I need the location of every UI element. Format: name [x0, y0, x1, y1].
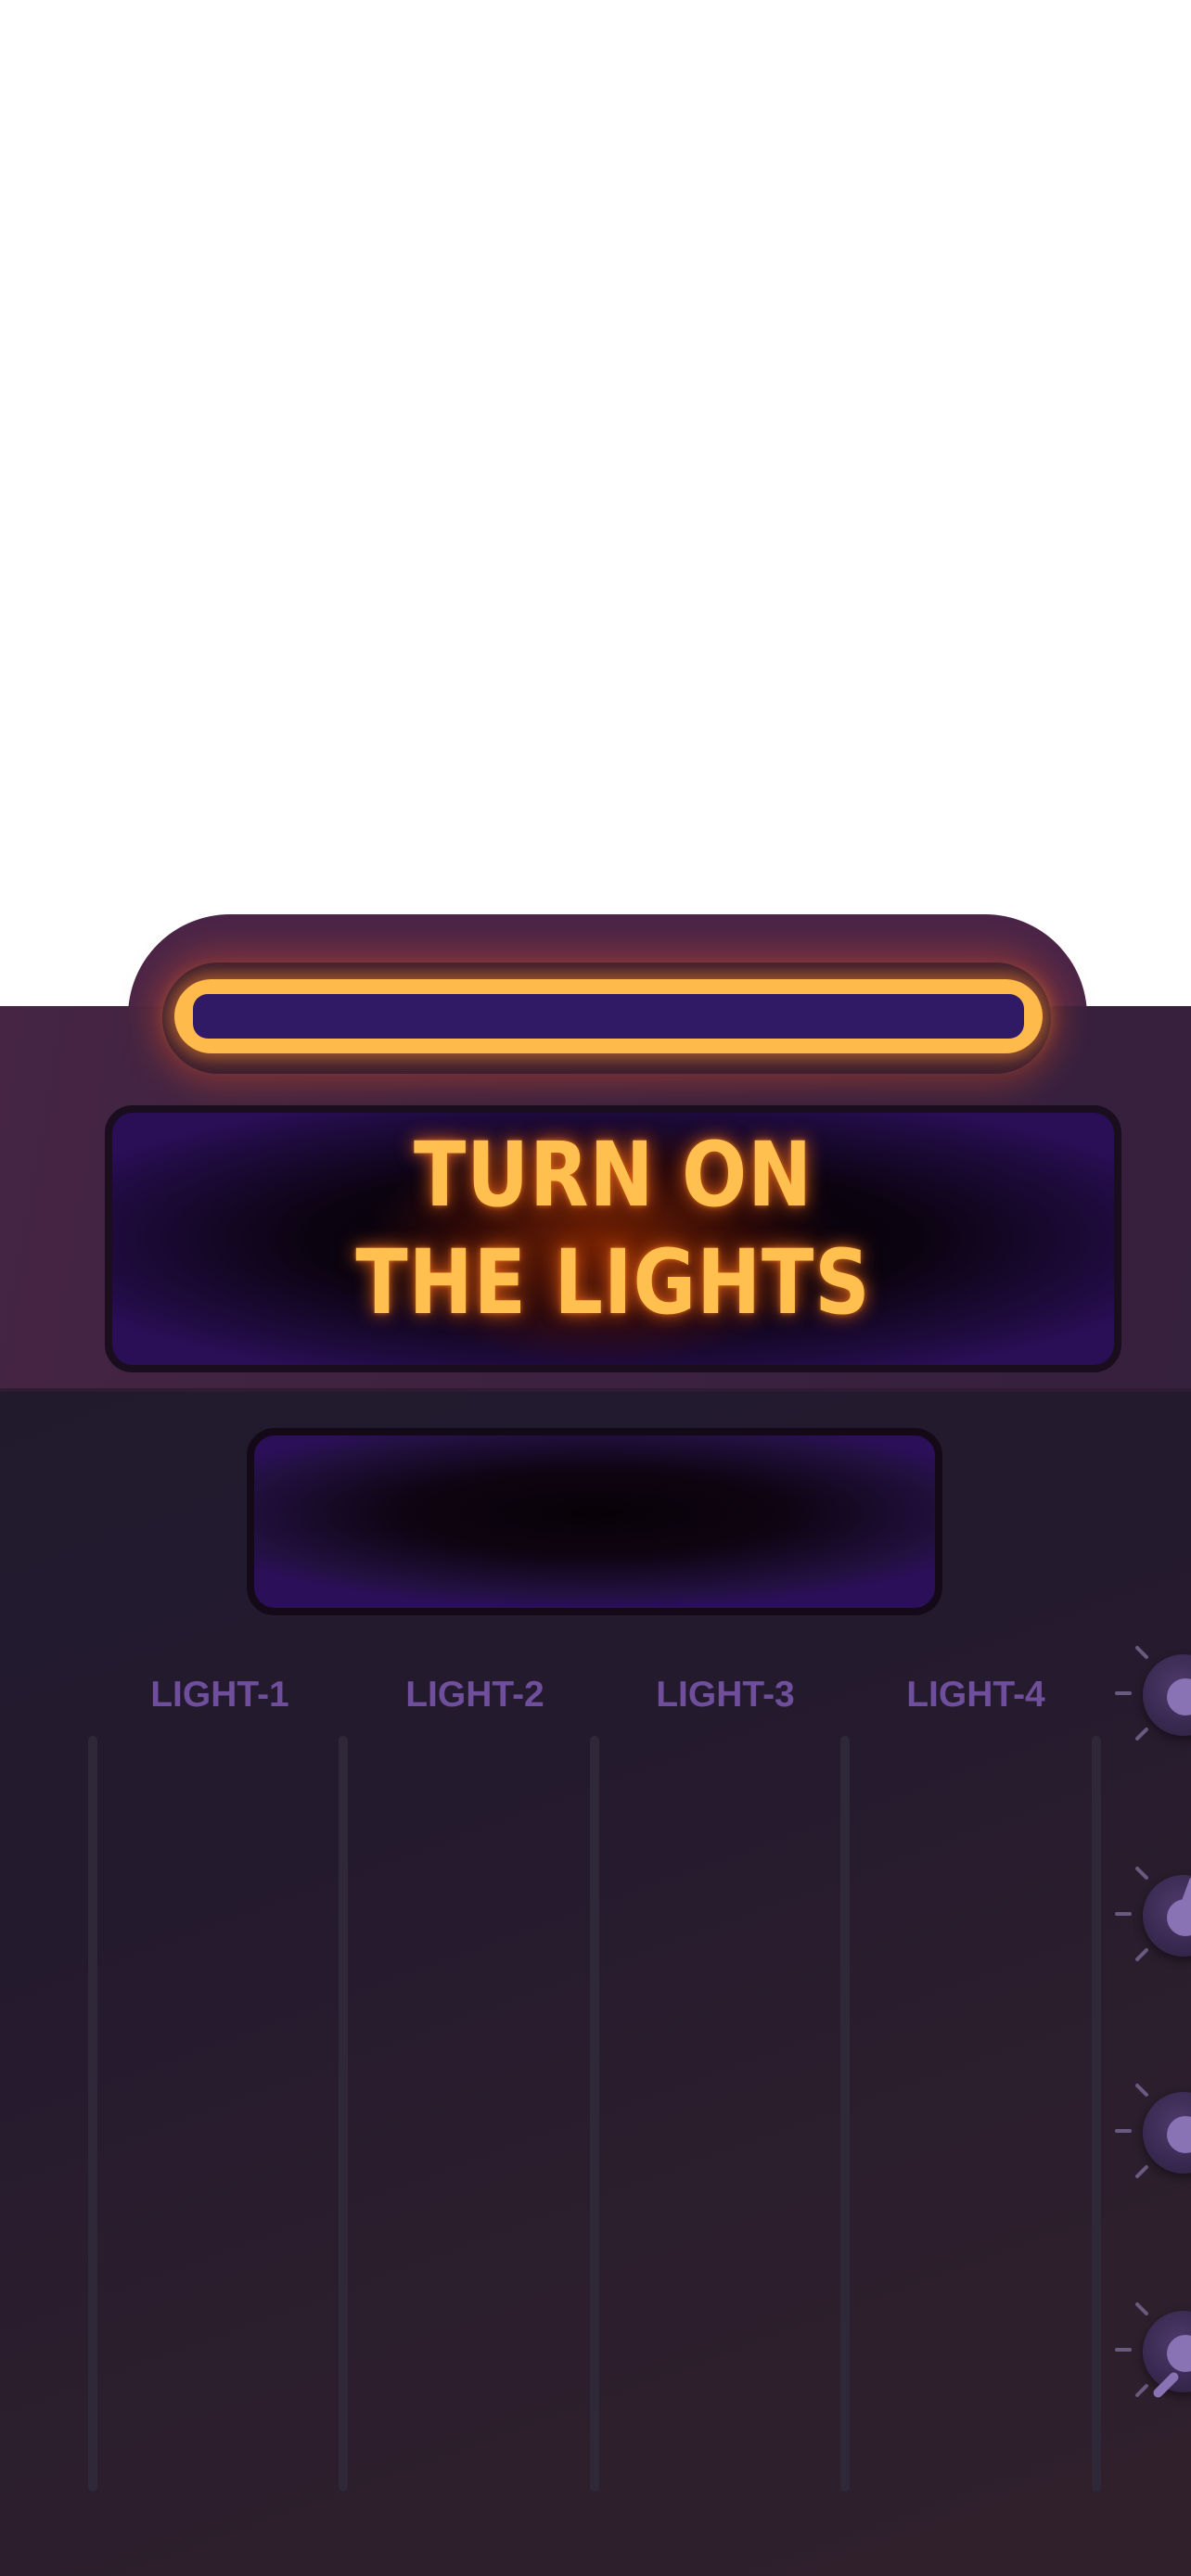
- progress-bar: [193, 994, 1024, 1039]
- knob-tick: [1134, 1947, 1149, 1962]
- slider-rail-5[interactable]: [1092, 1736, 1101, 2492]
- knob-tick: [1134, 2083, 1149, 2098]
- knob-1[interactable]: [1115, 1626, 1191, 1756]
- slider-rail-1[interactable]: [88, 1736, 97, 2492]
- knob-tick: [1115, 1691, 1132, 1695]
- sub-display-screen: [247, 1428, 942, 1615]
- knob-tick: [1134, 2302, 1149, 2316]
- knob-3[interactable]: [1115, 2064, 1191, 2194]
- knob-tick: [1115, 1912, 1132, 1916]
- knob-tick: [1134, 1645, 1149, 1660]
- knob-2[interactable]: [1115, 1847, 1191, 1977]
- slider-rail-4[interactable]: [840, 1736, 850, 2492]
- light-label-1: LIGHT-1: [150, 1675, 289, 1715]
- title-line-1: TURN ON: [413, 1123, 813, 1227]
- knob-tick: [1115, 2129, 1132, 2133]
- knob-tick: [1115, 2348, 1132, 2352]
- light-label-4: LIGHT-4: [906, 1675, 1045, 1715]
- blank-top-area: [0, 0, 1191, 1006]
- knob-4[interactable]: [1115, 2283, 1191, 2413]
- knob-tick: [1134, 1727, 1149, 1741]
- knob-tick: [1134, 2383, 1149, 2398]
- knob-tick: [1134, 1866, 1149, 1881]
- light-label-2: LIGHT-2: [405, 1675, 544, 1715]
- light-label-3: LIGHT-3: [656, 1675, 795, 1715]
- title-line-2: THE LIGHTS: [355, 1231, 871, 1334]
- knob-tick: [1134, 2164, 1149, 2179]
- slider-rail-2[interactable]: [339, 1736, 348, 2492]
- slider-rail-3[interactable]: [590, 1736, 599, 2492]
